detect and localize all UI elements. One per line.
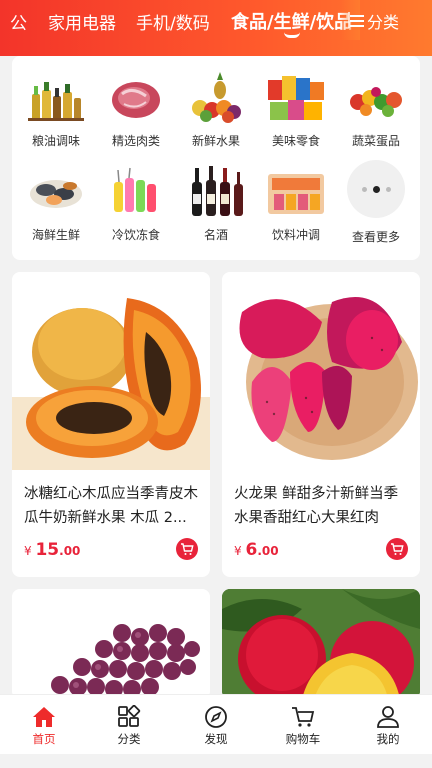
category-grain-oil[interactable]: 粮油调味 [20,70,92,149]
nav-label: 首页 [32,732,56,746]
price-integer: 15 [35,540,60,560]
cart-icon [181,543,194,555]
nav-label: 我的 [376,732,400,746]
product-image [222,589,420,699]
category-label: 蔬菜蛋品 [351,134,400,148]
cart-icon [391,543,404,555]
category-meat[interactable]: 精选肉类 [100,70,172,149]
category-seafood[interactable]: 海鲜生鲜 [20,164,92,243]
category-cold-drinks[interactable]: 冷饮冻食 [100,164,172,243]
grid-icon [118,705,141,727]
category-grid: 粮油调味 精选肉类 新鲜水果 美味零食 蔬菜蛋品 海鲜生鲜 冷饮冻食 名酒 饮料… [12,56,420,260]
nav-home[interactable]: 首页 [14,703,74,747]
product-title: 冰糖红心木瓜应当季青皮木瓜牛奶新鲜水果 木瓜 2... [24,486,198,526]
add-to-cart-button[interactable] [386,538,408,560]
product-card[interactable] [222,589,420,699]
nav-cart[interactable]: 购物车 [273,703,333,747]
add-to-cart-button[interactable] [176,538,198,560]
category-label: 美味零食 [271,134,320,148]
category-label: 粮油调味 [31,134,80,148]
category-view-more[interactable]: 查看更多 [340,160,412,245]
more-dots-icon [347,160,405,218]
nav-profile[interactable]: 我的 [358,703,418,747]
compass-icon [205,706,227,728]
cold-drinks-icon [104,164,168,220]
tab-appliances[interactable]: 家用电器 [48,9,116,34]
product-title: 火龙果 鲜甜多汁新鲜当季水果香甜红心大果红肉 火... [234,486,399,526]
snacks-icon [264,70,328,126]
nav-discover[interactable]: 发现 [186,703,246,747]
category-snacks[interactable]: 美味零食 [260,70,332,149]
product-card[interactable]: 火龙果 鲜甜多汁新鲜当季水果香甜红心大果红肉 火... ¥ 6.00 [222,272,420,577]
category-wine[interactable]: 名酒 [180,164,252,243]
price-decimal: .00 [257,544,279,558]
drink-boxes-icon [264,164,328,220]
category-vegetables-eggs[interactable]: 蔬菜蛋品 [340,70,412,149]
category-menu-label: 分类 [367,13,400,32]
nav-category[interactable]: 分类 [99,703,159,747]
price-decimal: .00 [59,544,81,558]
product-card[interactable] [12,589,210,699]
bottom-navigation: 首页 分类 发现 购物车 我的 [0,694,432,754]
product-image [222,272,420,470]
nav-label: 购物车 [285,732,321,746]
fruit-pile-icon [184,70,248,126]
category-drinks-powder[interactable]: 饮料冲调 [260,164,332,243]
nav-label: 分类 [117,732,141,746]
category-tabs: 公 家用电器 手机/数码 食品/生鲜/饮品 [0,0,360,40]
menu-icon [350,15,364,27]
category-label: 饮料冲调 [271,228,320,242]
product-image [12,589,210,699]
seafood-icon [24,164,88,220]
category-label: 查看更多 [351,230,400,244]
category-fruit[interactable]: 新鲜水果 [180,70,252,149]
category-label: 新鲜水果 [191,134,240,148]
tab-phones-digital[interactable]: 手机/数码 [136,9,210,34]
oil-bottles-icon [24,70,88,126]
category-label: 精选肉类 [111,134,160,148]
nav-label: 发现 [204,732,228,746]
price-integer: 6 [245,540,258,560]
system-bar [0,754,432,768]
category-label: 海鲜生鲜 [31,228,80,242]
top-category-bar: 公 家用电器 手机/数码 食品/生鲜/饮品 分类 [0,0,432,56]
price-currency: ¥ [24,544,32,558]
product-image [12,272,210,470]
product-price: ¥ 15.00 [24,540,80,560]
user-icon [377,706,399,728]
wine-bottles-icon [184,164,248,220]
category-menu-button[interactable]: 分类 [350,9,399,33]
product-price: ¥ 6.00 [234,540,279,560]
vegetables-icon [344,70,408,126]
product-card[interactable]: 冰糖红心木瓜应当季青皮木瓜牛奶新鲜水果 木瓜 2... ¥ 15.00 [12,272,210,577]
tab-partial[interactable]: 公 [10,9,27,34]
tab-food-fresh-drinks[interactable]: 食品/生鲜/饮品 [231,8,352,34]
home-icon [33,707,55,727]
category-label: 冷饮冻食 [111,228,160,242]
meat-icon [104,70,168,126]
cart-icon [292,707,315,727]
category-label: 名酒 [203,228,228,242]
price-currency: ¥ [234,544,242,558]
